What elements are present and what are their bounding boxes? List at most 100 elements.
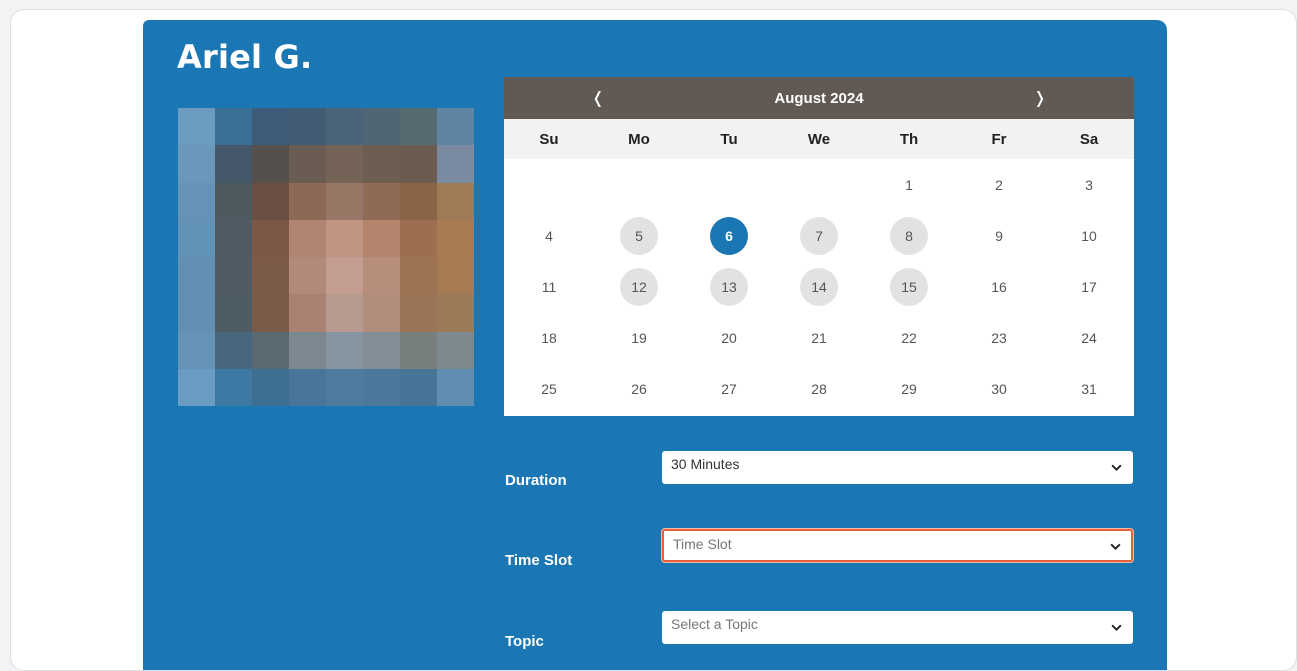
- topic-placeholder: Select a Topic: [671, 616, 758, 632]
- day-available[interactable]: 12: [594, 261, 684, 312]
- day-cell: 30: [954, 363, 1044, 414]
- day-cell: 27: [684, 363, 774, 414]
- day-cell: 19: [594, 312, 684, 363]
- day-number: 25: [541, 380, 557, 397]
- day-available[interactable]: 8: [864, 210, 954, 261]
- next-month-button[interactable]: ❭: [1020, 77, 1060, 119]
- photo-pixel: [363, 294, 400, 332]
- photo-pixel: [178, 294, 215, 332]
- day-number: 11: [541, 278, 557, 295]
- photo-pixel: [400, 294, 437, 332]
- photo-pixel: [437, 145, 474, 183]
- profile-photo-pixelated: [178, 108, 474, 406]
- photo-pixel: [178, 145, 215, 183]
- photo-pixel: [289, 331, 326, 369]
- day-available[interactable]: 15: [864, 261, 954, 312]
- calendar: ❬ August 2024 ❭ Su Mo Tu We Th Fr Sa 123456789…: [504, 77, 1134, 416]
- empty-day-cell: [774, 159, 864, 210]
- day-number: 2: [995, 176, 1003, 193]
- photo-pixel: [178, 219, 215, 257]
- day-cell: 16: [954, 261, 1044, 312]
- day-number: 4: [545, 227, 553, 244]
- day-available[interactable]: 5: [594, 210, 684, 261]
- duration-label: Duration: [505, 472, 567, 489]
- day-cell: 4: [504, 210, 594, 261]
- day-cell: 22: [864, 312, 954, 363]
- day-number: 7: [800, 216, 838, 255]
- photo-pixel: [437, 331, 474, 369]
- photo-pixel: [178, 182, 215, 220]
- photo-pixel: [289, 182, 326, 220]
- time-slot-placeholder: Time Slot: [673, 536, 732, 552]
- day-selected[interactable]: 6: [684, 210, 774, 261]
- weekday-fr: Fr: [991, 130, 1007, 148]
- day-number: 5: [620, 216, 658, 255]
- topic-label: Topic: [505, 633, 544, 650]
- day-cell: 21: [774, 312, 864, 363]
- photo-pixel: [289, 368, 326, 406]
- day-cell: 2: [954, 159, 1044, 210]
- photo-pixel: [289, 219, 326, 257]
- photo-pixel: [215, 145, 252, 183]
- day-cell: 31: [1044, 363, 1134, 414]
- photo-pixel: [437, 219, 474, 257]
- photo-pixel: [215, 219, 252, 257]
- day-available[interactable]: 14: [774, 261, 864, 312]
- chevron-down-icon: [1110, 543, 1121, 551]
- chevron-down-icon: [1111, 624, 1122, 632]
- day-number: 12: [620, 267, 658, 306]
- day-cell: 18: [504, 312, 594, 363]
- day-cell: 25: [504, 363, 594, 414]
- photo-pixel: [363, 145, 400, 183]
- photo-pixel: [400, 108, 437, 146]
- day-number: 21: [811, 329, 827, 346]
- photo-pixel: [326, 108, 363, 146]
- photo-pixel: [363, 257, 400, 295]
- topic-select[interactable]: Select a Topic: [662, 611, 1133, 644]
- photo-pixel: [215, 257, 252, 295]
- photo-pixel: [215, 331, 252, 369]
- photo-pixel: [437, 257, 474, 295]
- photo-pixel: [326, 368, 363, 406]
- photo-pixel: [289, 145, 326, 183]
- photo-pixel: [400, 219, 437, 257]
- weekday-mo: Mo: [628, 130, 650, 148]
- weekday-th: Th: [899, 130, 919, 148]
- photo-pixel: [215, 368, 252, 406]
- photo-pixel: [437, 294, 474, 332]
- empty-day-cell: [594, 159, 684, 210]
- day-number: 3: [1085, 176, 1093, 193]
- day-number: 17: [1081, 278, 1097, 295]
- day-number: 6: [710, 216, 748, 255]
- photo-pixel: [215, 294, 252, 332]
- photo-pixel: [363, 182, 400, 220]
- day-cell: 23: [954, 312, 1044, 363]
- day-number: 29: [901, 380, 917, 397]
- day-number: 27: [721, 380, 737, 397]
- photo-pixel: [437, 368, 474, 406]
- duration-value: 30 Minutes: [671, 456, 740, 472]
- photo-pixel: [252, 294, 289, 332]
- weekday-sa: Sa: [1079, 130, 1099, 148]
- day-number: 19: [631, 329, 647, 346]
- photo-pixel: [326, 331, 363, 369]
- photo-pixel: [363, 219, 400, 257]
- photo-pixel: [252, 331, 289, 369]
- time-slot-select[interactable]: Time Slot: [662, 529, 1133, 562]
- day-number: 16: [991, 278, 1007, 295]
- day-available[interactable]: 7: [774, 210, 864, 261]
- time-slot-label: Time Slot: [505, 552, 573, 569]
- day-cell: 28: [774, 363, 864, 414]
- profile-name: Ariel G.: [177, 38, 313, 76]
- photo-pixel: [178, 108, 215, 146]
- photo-pixel: [178, 257, 215, 295]
- weekday-tu: Tu: [720, 130, 738, 148]
- day-available[interactable]: 13: [684, 261, 774, 312]
- day-number: 1: [905, 176, 913, 193]
- day-cell: 24: [1044, 312, 1134, 363]
- photo-pixel: [252, 257, 289, 295]
- day-number: 20: [721, 329, 737, 346]
- photo-pixel: [252, 182, 289, 220]
- duration-select[interactable]: 30 Minutes: [662, 451, 1133, 484]
- day-number: 26: [631, 380, 647, 397]
